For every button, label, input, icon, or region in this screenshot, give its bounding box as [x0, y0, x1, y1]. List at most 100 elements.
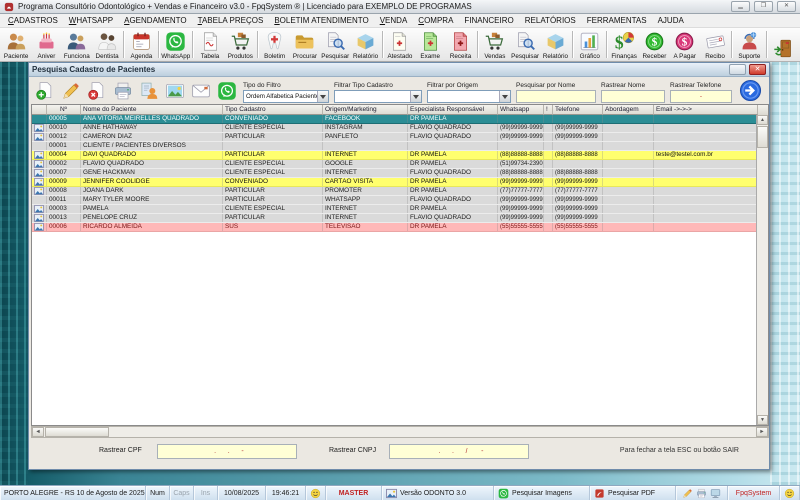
table-row[interactable]: 00010ANNE HATHAWAYCLIENTE ESPECIALINSTAG… — [32, 124, 756, 133]
delete-record-button[interactable] — [85, 79, 108, 102]
track-cnpj-input[interactable] — [389, 444, 529, 459]
toolbar-suporte-23[interactable]: Suporte — [734, 28, 764, 61]
menu-financeiro[interactable]: FINANCEIRO — [459, 16, 518, 25]
column-header-abordagem[interactable]: Abordagem — [603, 105, 654, 115]
export-record-button[interactable] — [137, 79, 160, 102]
vertical-scrollbar[interactable]: ▲ ▼ — [756, 115, 768, 425]
toolbar-a-pagar-21[interactable]: $A Pagar — [670, 28, 700, 61]
menu-relatorios[interactable]: RELATÓRIOS — [520, 16, 581, 25]
menu-ferramentas[interactable]: FERRAMENTAS — [582, 16, 652, 25]
column-header-n[interactable]: Nº — [47, 105, 81, 115]
column-header-whatsapp[interactable]: Whatsapp — [498, 105, 544, 115]
track-name-input[interactable] — [601, 90, 665, 103]
toolbar-vendas-15[interactable]: Vendas — [480, 28, 510, 61]
table-row[interactable]: 00005ANA VITORIA MEIRELLES QUADRADOCONVE… — [32, 115, 756, 124]
table-row[interactable]: 00007GENE HACKMANCLIENTE ESPECIALINTERNE… — [32, 169, 756, 178]
toolbar-exame-13[interactable]: Exame — [415, 28, 445, 61]
whatsapp-record-button[interactable] — [215, 79, 238, 102]
column-header-telefone[interactable]: Telefone — [553, 105, 603, 115]
search-name-input[interactable] — [516, 90, 596, 103]
horizontal-scrollbar[interactable]: ◄ ► — [31, 426, 769, 438]
track-phone-input[interactable] — [670, 90, 732, 103]
toolbar-financas-19[interactable]: $Finanças — [609, 28, 639, 61]
toolbar-agenda-4[interactable]: Agenda — [126, 28, 156, 61]
toolbar-whatsapp-5[interactable]: WhatsApp — [161, 28, 191, 61]
column-header-especialista-responsavel[interactable]: Especialista Responsável — [408, 105, 498, 115]
menu-cadastros[interactable]: CADASTROS — [3, 16, 63, 25]
table-row[interactable]: 00011MARY TYLER MOOREPARTICULARWHATSAPPF… — [32, 196, 756, 205]
scroll-right-icon[interactable]: ► — [756, 427, 768, 437]
toolbar-receita-14[interactable]: Receita — [445, 28, 475, 61]
column-header-item[interactable] — [32, 105, 47, 115]
mdi-area: Pesquisa Cadastro de Pacientes ✕ Tipo do… — [0, 62, 800, 485]
toolbar-boletim-8[interactable]: Boletim — [260, 28, 290, 61]
tipo-filtro-select[interactable]: Ordem Alfabetica Paciente — [243, 90, 329, 103]
toolbar-recibo-22[interactable]: Recibo — [700, 28, 730, 61]
toolbar-relatorio-17[interactable]: Relatório — [540, 28, 570, 61]
toolbar-pesquisar-16[interactable]: Pesquisar — [510, 28, 540, 61]
cell-telefone: (99)99999-9999 — [553, 178, 603, 186]
toolbar-grafico-18[interactable]: Gráfico — [575, 28, 605, 61]
column-header-origem-marketing[interactable]: Origem/Marketing — [323, 105, 408, 115]
window-minimize-button[interactable] — [729, 64, 746, 75]
mail-record-button[interactable] — [189, 79, 212, 102]
column-header-nome-do-paciente[interactable]: Nome do Paciente — [81, 105, 223, 115]
column-header-icon[interactable]: ! — [544, 105, 553, 115]
toolbar-tabela-6[interactable]: Tabela — [195, 28, 225, 61]
toolbar-relatorio-11[interactable]: Relatório — [350, 28, 380, 61]
table-row[interactable]: 00004DAVI QUADRADOPARTICULARINTERNETDR P… — [32, 151, 756, 160]
status-search-images[interactable]: Pesquisar Imagens — [494, 486, 590, 500]
menu-compra[interactable]: COMPRA — [413, 16, 458, 25]
table-row[interactable]: 00003PAMELACLIENTE ESPECIALINTERNETDR PA… — [32, 205, 756, 214]
toolbar-procurar-9[interactable]: Procurar — [290, 28, 320, 61]
table-row[interactable]: 00012CAMERON DIAZPARTICULARPANFLETOFLAVI… — [32, 133, 756, 142]
status-search-pdf[interactable]: Pesquisar PDF — [590, 486, 676, 500]
minimize-button[interactable]: ▁ — [731, 1, 750, 12]
photo-icon — [165, 81, 185, 101]
column-header-tipo-cadastro[interactable]: Tipo Cadastro — [223, 105, 323, 115]
menu-tabela-precos[interactable]: TABELA PREÇOS — [193, 16, 269, 25]
add-record-button[interactable] — [33, 79, 56, 102]
menu-whatsapp[interactable]: WHATSAPP — [64, 16, 118, 25]
table-row[interactable]: 00009JENNIFER COOLIDGECONVENIADOCARTÃO V… — [32, 178, 756, 187]
toolbar-label: Agenda — [131, 53, 153, 60]
toolbar-paciente-0[interactable]: Paciente — [1, 28, 31, 61]
toolbar-pesquisar-10[interactable]: Pesquisar — [320, 28, 350, 61]
window-close-button[interactable]: ✕ — [749, 64, 766, 75]
menu-ajuda[interactable]: AJUDA — [653, 16, 689, 25]
search-go-button[interactable] — [739, 79, 762, 102]
toolbar-dentista-3[interactable]: Dentista — [92, 28, 122, 61]
toolbar-atestado-12[interactable]: Atestado — [385, 28, 415, 61]
scroll-down-icon[interactable]: ▼ — [757, 415, 768, 425]
table-row[interactable]: 00008JOANA DARKPARTICULARPROMOTERDR PAME… — [32, 187, 756, 196]
toolbar-receber-20[interactable]: $Receber — [639, 28, 669, 61]
restore-button[interactable]: ❐ — [754, 1, 773, 12]
origem-select[interactable] — [427, 90, 511, 103]
table-row[interactable]: 00006RICARDO ALMEIDASUSTELEVISÃODR PAMEL… — [32, 223, 756, 232]
menu-agendamento[interactable]: AGENDAMENTO — [119, 16, 192, 25]
menu-venda[interactable]: VENDA — [375, 16, 413, 25]
toolbar-funciona-2[interactable]: Funciona — [62, 28, 92, 61]
scroll-left-icon[interactable]: ◄ — [32, 427, 44, 437]
toolbar-label: Produtos — [228, 53, 253, 60]
edit-record-button[interactable] — [59, 79, 82, 102]
table-row[interactable]: 00002FLAVIO QUADRADOCLIENTE ESPECIALGOOG… — [32, 160, 756, 169]
column-header-email[interactable]: Email ->->-> — [654, 105, 758, 115]
search-images-label: Pesquisar Imagens — [512, 490, 572, 497]
table-row[interactable]: 00001CLIENTE / PACIENTES DIVERSOS — [32, 142, 756, 151]
scroll-up-icon[interactable]: ▲ — [757, 115, 768, 125]
toolbar-produtos-7[interactable]: Produtos — [225, 28, 255, 61]
toolbar-sair-24[interactable] — [769, 28, 799, 61]
cell-email — [654, 178, 756, 186]
track-cpf-input[interactable] — [157, 444, 297, 459]
print-record-button[interactable] — [111, 79, 134, 102]
toolbar-aniver-1[interactable]: Aniver — [31, 28, 61, 61]
menu-boletim-atendimento[interactable]: BOLETIM ATENDIMENTO — [269, 16, 373, 25]
close-button[interactable]: ✕ — [777, 1, 796, 12]
table-row[interactable]: 00013PENELOPE CRUZPARTICULARINTERNETFLAV… — [32, 214, 756, 223]
vscroll-thumb[interactable] — [757, 126, 768, 148]
tipo-cadastro-select[interactable] — [334, 90, 422, 103]
hscroll-thumb[interactable] — [45, 427, 109, 437]
photo-record-button[interactable] — [163, 79, 186, 102]
smiley-icon — [310, 488, 321, 499]
